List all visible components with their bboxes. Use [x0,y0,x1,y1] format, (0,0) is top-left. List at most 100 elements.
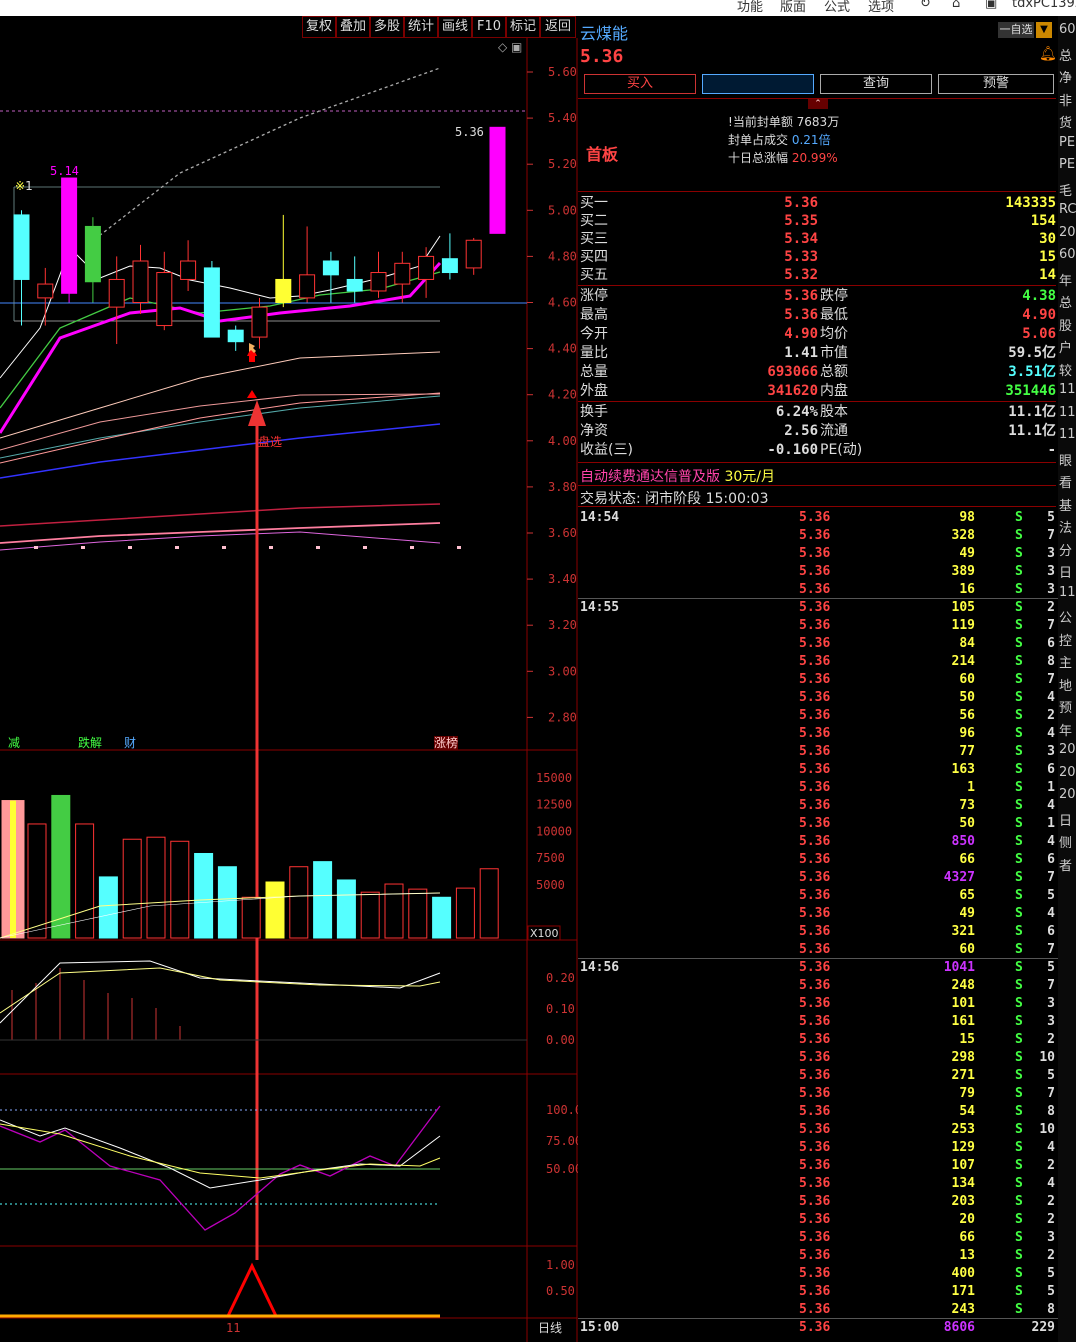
tick-row[interactable]: 5.36 134 S 4 [580,1175,1058,1193]
buy-button[interactable]: 买入 [584,74,696,94]
order-book-row[interactable]: 买三 5.34 30 [580,230,1058,248]
tick-row[interactable]: 5.36 171 S 5 [580,1283,1058,1301]
tick-row[interactable]: 5.36 15 S 2 [580,1031,1058,1049]
period-label[interactable]: 日线 [538,1321,562,1335]
bell-icon[interactable]: 🔔︎ [1039,46,1057,62]
tick-row[interactable]: 5.36 49 S 3 [580,545,1058,563]
tick-row[interactable]: 5.36 65 S 5 [580,887,1058,905]
candle[interactable] [441,233,458,280]
candle[interactable] [275,214,292,308]
collapse-icon[interactable]: ⌃ [808,99,828,109]
candle[interactable] [465,237,482,275]
tick-row[interactable]: 5.36 20 S 2 [580,1211,1058,1229]
tick-row[interactable]: 5.36 119 S 7 [580,617,1058,635]
tick-row[interactable]: 5.36 4327 S 7 [580,869,1058,887]
order-book-row[interactable]: 买五 5.32 14 [580,266,1058,284]
volume-bar[interactable] [122,838,142,939]
toolbar-draw-button[interactable]: 画线 [438,16,472,38]
candle[interactable] [156,251,173,331]
order-book-row[interactable]: 买四 5.33 15 [580,248,1058,266]
order-book-row[interactable]: 买二 5.35 154 [580,212,1058,230]
tick-row[interactable]: 5.36 129 S 4 [580,1139,1058,1157]
refresh-icon[interactable]: ↻ [920,0,931,11]
volume-bar[interactable] [313,861,333,939]
tick-row[interactable]: 15:00 5.36 8606 229 [580,1319,1058,1337]
tick-row[interactable]: 5.36 107 S 2 [580,1157,1058,1175]
menu-layout[interactable]: 版面 [780,0,806,15]
tick-row[interactable]: 5.36 79 S 7 [580,1085,1058,1103]
volume-bar[interactable] [170,840,190,939]
tick-row[interactable]: 5.36 60 S 7 [580,941,1058,959]
volume-bar[interactable] [75,823,95,939]
volume-bar[interactable] [455,887,475,939]
tick-row[interactable]: 5.36 389 S 3 [580,563,1058,581]
candle[interactable] [84,217,101,303]
toolbar-f10-button[interactable]: F10 [472,16,506,38]
tick-row[interactable]: 5.36 73 S 4 [580,797,1058,815]
candle[interactable] [13,210,30,326]
tick-row[interactable]: 5.36 56 S 2 [580,707,1058,725]
tick-row[interactable]: 14:56 5.36 1041 S 5 [580,959,1058,977]
candle[interactable] [203,261,220,338]
candle[interactable] [37,267,54,326]
tick-row[interactable]: 5.36 66 S 3 [580,1229,1058,1247]
tick-row[interactable]: 5.36 49 S 4 [580,905,1058,923]
tick-row[interactable]: 5.36 13 S 2 [580,1247,1058,1265]
tick-row[interactable]: 5.36 203 S 2 [580,1193,1058,1211]
order-book-row[interactable]: 买一 5.36 143335 [580,194,1058,212]
tick-row[interactable]: 5.36 850 S 4 [580,833,1058,851]
candle[interactable] [299,226,316,303]
tick-row[interactable]: 5.36 321 S 6 [580,923,1058,941]
tick-row[interactable]: 5.36 16 S 3 [580,581,1058,599]
volume-bar[interactable] [360,891,380,939]
tick-row[interactable]: 5.36 77 S 3 [580,743,1058,761]
candle[interactable] [132,244,149,315]
volume-bar[interactable] [146,836,166,939]
tick-row[interactable]: 5.36 243 S 8 [580,1301,1058,1319]
candle[interactable] [61,177,78,303]
toolbar-stats-button[interactable]: 统计 [404,16,438,38]
tick-row[interactable]: 5.36 66 S 6 [580,851,1058,869]
alert-button[interactable]: 预警 [938,74,1054,94]
volume-bar[interactable] [384,883,404,939]
self-select-button[interactable]: 一自选 [998,22,1034,38]
tick-row[interactable]: 5.36 96 S 4 [580,725,1058,743]
candle[interactable] [251,297,268,349]
volume-bar[interactable] [479,868,499,939]
volume-bar[interactable] [432,896,452,939]
tick-row[interactable]: 5.36 298 S 10 [580,1049,1058,1067]
tick-row[interactable]: 5.36 54 S 8 [580,1103,1058,1121]
lock-icon[interactable]: ⌂ [952,0,960,11]
tick-row[interactable]: 5.36 161 S 3 [580,1013,1058,1031]
query-button[interactable]: 查询 [820,74,932,94]
tick-row[interactable]: 5.36 400 S 5 [580,1265,1058,1283]
diamond-icon[interactable]: ◇ [498,40,508,54]
toolbar-mark-button[interactable]: 标记 [506,16,540,38]
candle[interactable] [180,240,197,291]
window-icon[interactable]: ▣ [511,40,522,54]
sell-button[interactable] [702,74,814,94]
toolbar-back-button[interactable]: 返回 [540,16,576,38]
tick-row[interactable]: 5.36 328 S 7 [580,527,1058,545]
menu-formula[interactable]: 公式 [824,0,850,15]
volume-bar[interactable] [217,866,237,939]
tick-row[interactable]: 5.36 214 S 8 [580,653,1058,671]
toolbar-overlay-button[interactable]: 叠加 [336,16,370,38]
menu-function[interactable]: 功能 [737,0,763,15]
tick-row[interactable]: 5.36 1 S 1 [580,779,1058,797]
candle[interactable] [370,251,387,298]
tick-row[interactable]: 5.36 50 S 4 [580,689,1058,707]
volume-bar[interactable] [408,888,428,939]
dropdown-icon[interactable]: ▼ [1036,22,1052,38]
volume-bar[interactable] [265,881,285,939]
user-icon[interactable]: ▣ [985,0,997,11]
promo-banner[interactable]: 自动续费通达信普及版 30元/月 [580,466,775,486]
candle[interactable] [346,256,363,303]
volume-bar[interactable] [241,896,261,939]
kline-chart[interactable]: 5.14 5.36 ※1 盘选 减 跌解 财 涨榜 11 日线 ◇ ▣ 5.60… [0,38,578,1342]
tick-row[interactable]: 5.36 60 S 7 [580,671,1058,689]
candle[interactable] [489,126,506,234]
volume-bar[interactable] [27,823,47,939]
tick-row[interactable]: 14:55 5.36 105 S 2 [580,599,1058,617]
toolbar-multistock-button[interactable]: 多股 [370,16,404,38]
